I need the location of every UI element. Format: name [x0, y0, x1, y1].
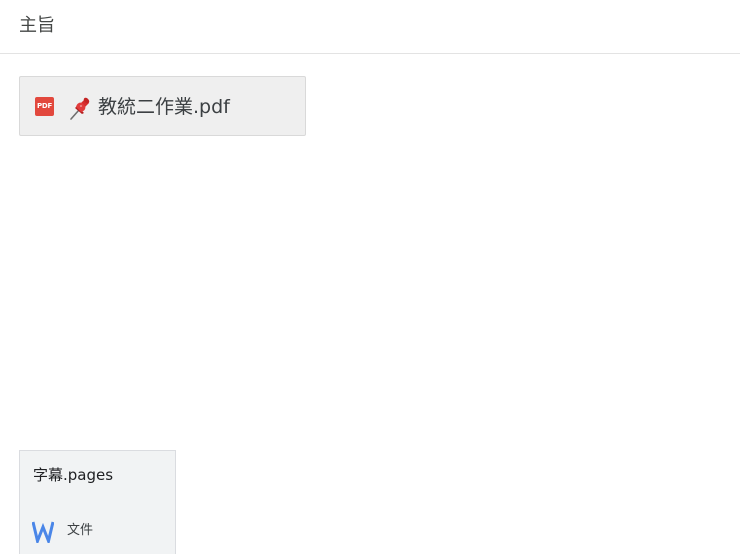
pdf-icon: PDF [35, 97, 54, 116]
document-filename: 字幕.pages [33, 466, 114, 484]
pushpin-icon [70, 97, 90, 120]
attachment-filename: 教統二作業.pdf [98, 96, 230, 118]
word-document-icon [32, 521, 54, 543]
email-view: 主旨 PDF 教統二作業.pdf 字幕.pages 文件 [0, 0, 740, 554]
pdf-attachment-chip[interactable]: PDF 教統二作業.pdf [19, 76, 306, 136]
document-attachment-card[interactable]: 字幕.pages 文件 [19, 450, 176, 554]
subject-title: 主旨 [19, 15, 55, 36]
subject-header: 主旨 [0, 0, 740, 54]
document-type-label: 文件 [67, 523, 94, 538]
